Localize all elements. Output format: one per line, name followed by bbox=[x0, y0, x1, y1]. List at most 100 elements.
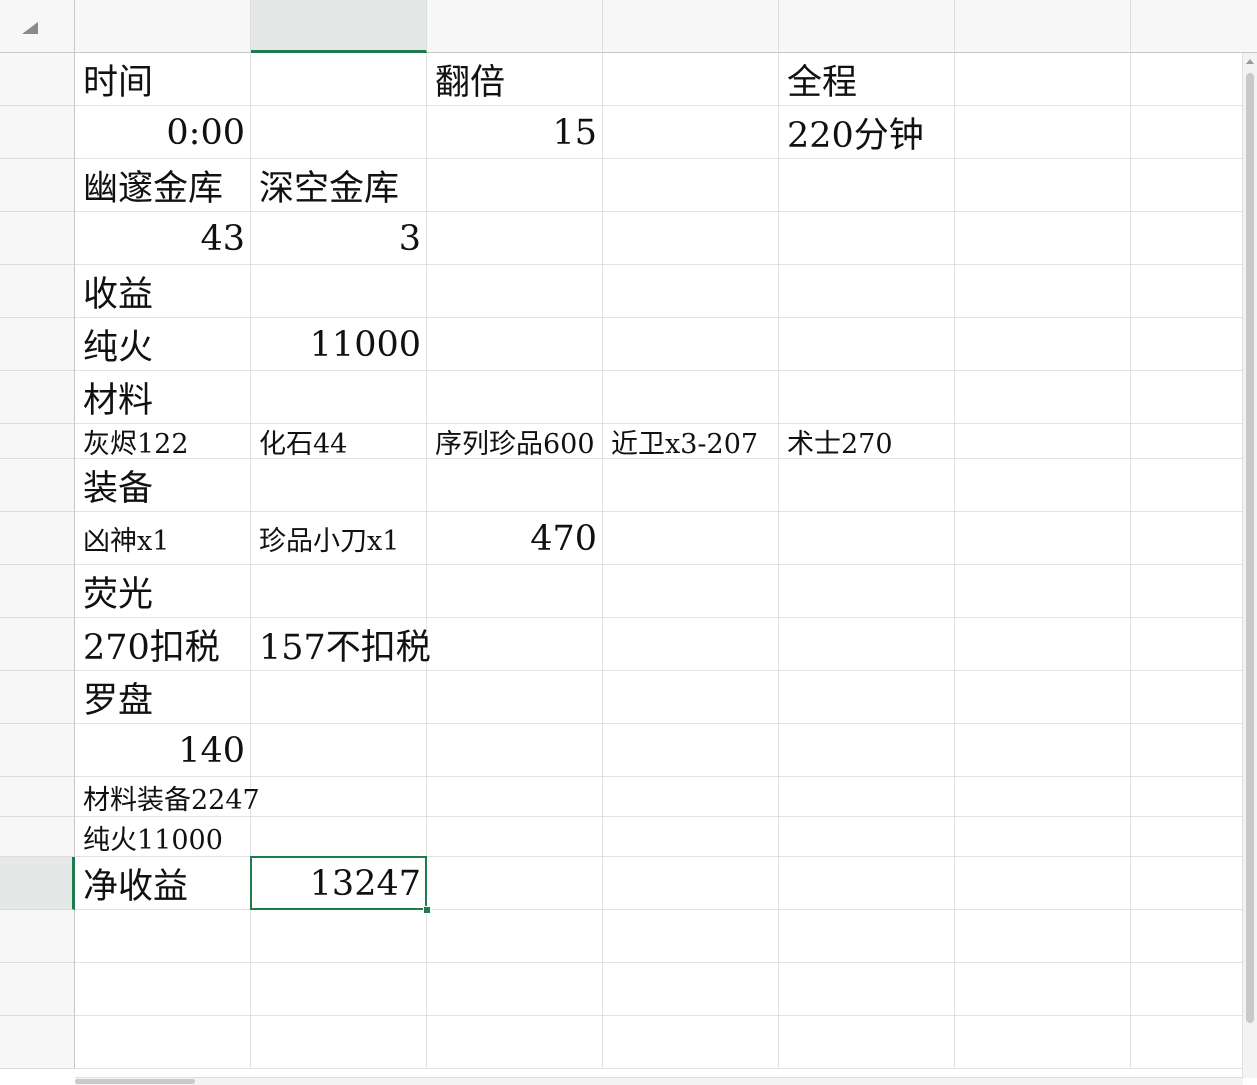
row-header-10[interactable] bbox=[0, 512, 75, 565]
cell-e17[interactable] bbox=[779, 857, 955, 910]
cell-e14[interactable] bbox=[779, 724, 955, 777]
cell-d16[interactable] bbox=[603, 817, 779, 857]
cell-f10[interactable] bbox=[955, 512, 1131, 565]
cell-f12[interactable] bbox=[955, 618, 1131, 671]
cell-c17[interactable] bbox=[427, 857, 603, 910]
horizontal-scroll-thumb[interactable] bbox=[75, 1079, 195, 1084]
cell-b20[interactable] bbox=[251, 1016, 427, 1069]
cell-c18[interactable] bbox=[427, 910, 603, 963]
cell-b15[interactable] bbox=[251, 777, 427, 817]
cell-g8[interactable] bbox=[1131, 424, 1257, 459]
row-header-19[interactable] bbox=[0, 963, 75, 1016]
row-header-5[interactable] bbox=[0, 265, 75, 318]
cell-b13[interactable] bbox=[251, 671, 427, 724]
cell-c6[interactable] bbox=[427, 318, 603, 371]
cell-g17[interactable] bbox=[1131, 857, 1257, 910]
row-header-8[interactable] bbox=[0, 424, 75, 459]
cell-d4[interactable] bbox=[603, 212, 779, 265]
cell-g9[interactable] bbox=[1131, 459, 1257, 512]
cell-c20[interactable] bbox=[427, 1016, 603, 1069]
cell-c3[interactable] bbox=[427, 159, 603, 212]
cell-e18[interactable] bbox=[779, 910, 955, 963]
cell-d18[interactable] bbox=[603, 910, 779, 963]
cell-f7[interactable] bbox=[955, 371, 1131, 424]
cell-d10[interactable] bbox=[603, 512, 779, 565]
cell-d3[interactable] bbox=[603, 159, 779, 212]
row-header-2[interactable] bbox=[0, 106, 75, 159]
cell-f2[interactable] bbox=[955, 106, 1131, 159]
cell-f17[interactable] bbox=[955, 857, 1131, 910]
column-header-d[interactable] bbox=[603, 0, 779, 53]
cell-e15[interactable] bbox=[779, 777, 955, 817]
cell-c9[interactable] bbox=[427, 459, 603, 512]
cell-e9[interactable] bbox=[779, 459, 955, 512]
cell-g13[interactable] bbox=[1131, 671, 1257, 724]
cell-f19[interactable] bbox=[955, 963, 1131, 1016]
cell-e19[interactable] bbox=[779, 963, 955, 1016]
row-header-7[interactable] bbox=[0, 371, 75, 424]
row-header-18[interactable] bbox=[0, 910, 75, 963]
cell-b14[interactable] bbox=[251, 724, 427, 777]
row-header-13[interactable] bbox=[0, 671, 75, 724]
cell-g10[interactable] bbox=[1131, 512, 1257, 565]
row-header-4[interactable] bbox=[0, 212, 75, 265]
cell-d6[interactable] bbox=[603, 318, 779, 371]
cell-f15[interactable] bbox=[955, 777, 1131, 817]
cell-c11[interactable] bbox=[427, 565, 603, 618]
cell-e6[interactable] bbox=[779, 318, 955, 371]
row-header-12[interactable] bbox=[0, 618, 75, 671]
cell-d11[interactable] bbox=[603, 565, 779, 618]
cell-g15[interactable] bbox=[1131, 777, 1257, 817]
cell-d20[interactable] bbox=[603, 1016, 779, 1069]
row-header-16[interactable] bbox=[0, 817, 75, 857]
column-header-b[interactable] bbox=[251, 0, 427, 53]
cell-c5[interactable] bbox=[427, 265, 603, 318]
cell-c12[interactable] bbox=[427, 618, 603, 671]
cell-f6[interactable] bbox=[955, 318, 1131, 371]
cell-f3[interactable] bbox=[955, 159, 1131, 212]
cell-d14[interactable] bbox=[603, 724, 779, 777]
cell-g16[interactable] bbox=[1131, 817, 1257, 857]
cell-f14[interactable] bbox=[955, 724, 1131, 777]
cell-g2[interactable] bbox=[1131, 106, 1257, 159]
cell-b7[interactable] bbox=[251, 371, 427, 424]
select-all-corner[interactable] bbox=[0, 0, 75, 53]
cell-g20[interactable] bbox=[1131, 1016, 1257, 1069]
row-header-15[interactable] bbox=[0, 777, 75, 817]
column-header-a[interactable] bbox=[75, 0, 251, 53]
cell-e16[interactable] bbox=[779, 817, 955, 857]
cell-f20[interactable] bbox=[955, 1016, 1131, 1069]
cell-b1[interactable] bbox=[251, 53, 427, 106]
cell-d13[interactable] bbox=[603, 671, 779, 724]
cell-d7[interactable] bbox=[603, 371, 779, 424]
cell-c16[interactable] bbox=[427, 817, 603, 857]
cell-a18[interactable] bbox=[75, 910, 251, 963]
cell-d17[interactable] bbox=[603, 857, 779, 910]
cell-c14[interactable] bbox=[427, 724, 603, 777]
cell-g18[interactable] bbox=[1131, 910, 1257, 963]
cell-d12[interactable] bbox=[603, 618, 779, 671]
cell-d19[interactable] bbox=[603, 963, 779, 1016]
cell-f13[interactable] bbox=[955, 671, 1131, 724]
cell-f5[interactable] bbox=[955, 265, 1131, 318]
cell-d5[interactable] bbox=[603, 265, 779, 318]
cell-b16[interactable] bbox=[251, 817, 427, 857]
column-header-e[interactable] bbox=[779, 0, 955, 53]
vertical-scrollbar[interactable] bbox=[1242, 53, 1257, 1078]
cell-a19[interactable] bbox=[75, 963, 251, 1016]
cell-g12[interactable] bbox=[1131, 618, 1257, 671]
column-header-g[interactable] bbox=[1131, 0, 1257, 53]
row-header-17[interactable] bbox=[0, 857, 75, 910]
cell-e7[interactable] bbox=[779, 371, 955, 424]
cell-b18[interactable] bbox=[251, 910, 427, 963]
cell-b19[interactable] bbox=[251, 963, 427, 1016]
cell-c19[interactable] bbox=[427, 963, 603, 1016]
row-header-9[interactable] bbox=[0, 459, 75, 512]
cell-e11[interactable] bbox=[779, 565, 955, 618]
cell-g1[interactable] bbox=[1131, 53, 1257, 106]
cell-e5[interactable] bbox=[779, 265, 955, 318]
row-header-3[interactable] bbox=[0, 159, 75, 212]
cell-d2[interactable] bbox=[603, 106, 779, 159]
row-header-11[interactable] bbox=[0, 565, 75, 618]
cell-d15[interactable] bbox=[603, 777, 779, 817]
